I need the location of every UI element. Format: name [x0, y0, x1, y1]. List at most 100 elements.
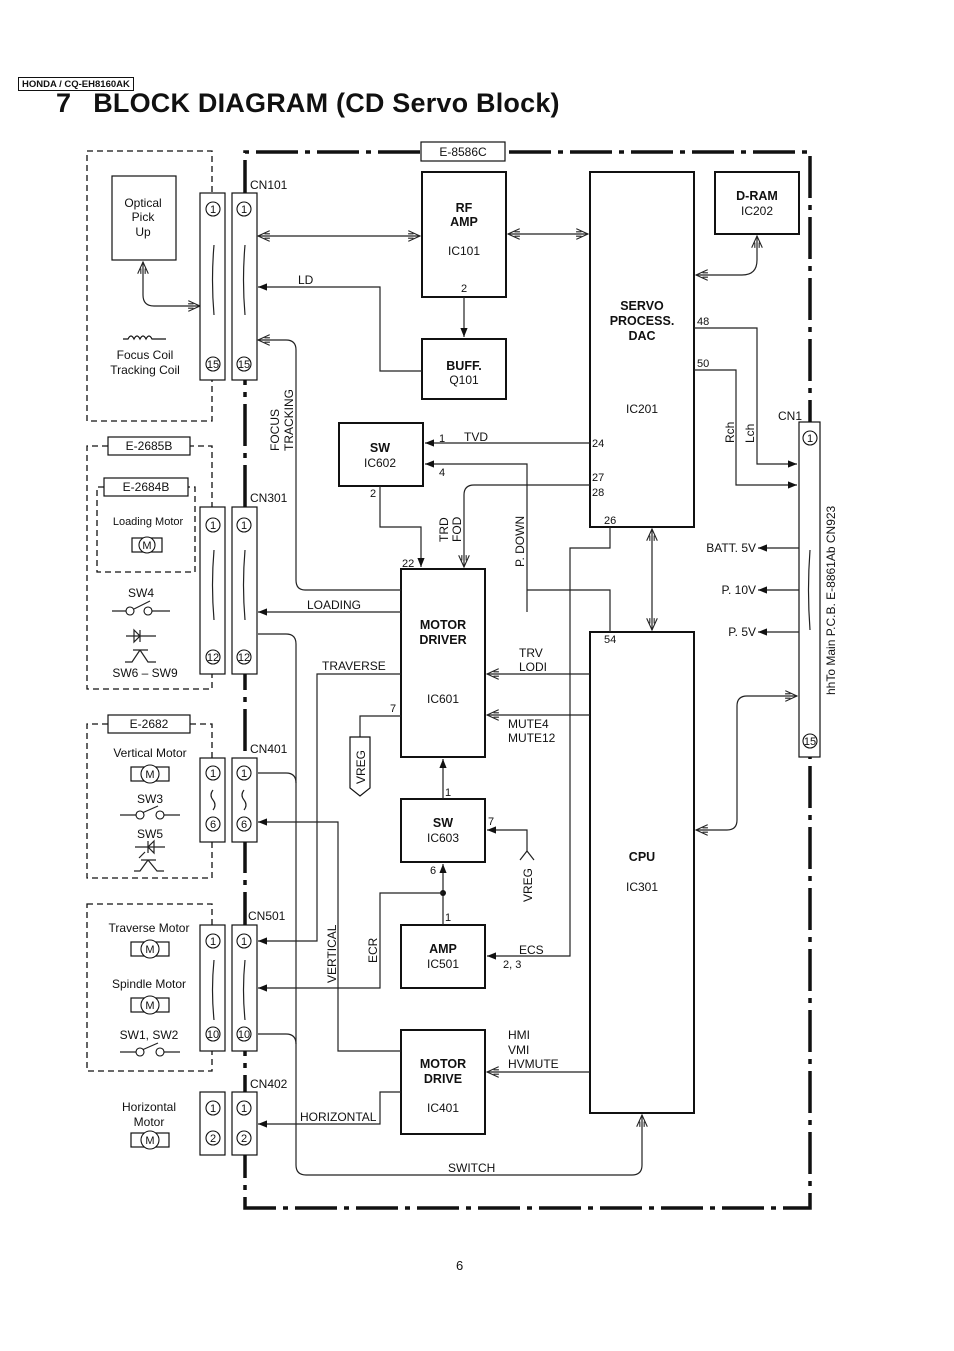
svg-text:CPU: CPU	[629, 850, 655, 864]
coil-icon	[123, 335, 166, 341]
svg-text:M: M	[145, 1000, 154, 1012]
cpu-block: CPU IC301 54	[589, 631, 695, 1114]
svg-text:MOTOR: MOTOR	[420, 1057, 466, 1071]
vertical-board-label: E-2682	[130, 717, 169, 731]
vreg-label-1: VREG	[354, 750, 368, 784]
svg-text:IC101: IC101	[448, 244, 480, 258]
svg-text:10: 10	[238, 1029, 250, 1041]
hmi-label: HMI	[508, 1028, 530, 1042]
sw5-label: SW5	[137, 827, 163, 841]
wire-p-down-cpu	[527, 589, 611, 632]
trv-label: TRV	[519, 646, 543, 660]
p10v-label: P. 10V	[722, 583, 756, 597]
loading-motor-label: Loading Motor	[113, 516, 184, 528]
focus-coil-label: Focus Coil	[117, 348, 174, 362]
tracking-coil-label: Tracking Coil	[110, 363, 180, 377]
connector-cn402: 1 1 2 2	[199, 1091, 258, 1156]
connector-cn501: 1 1 10 10	[199, 924, 258, 1052]
svg-text:4: 4	[439, 467, 445, 479]
pickup-link-wire	[143, 262, 200, 306]
svg-text:1: 1	[445, 912, 451, 924]
trd-label: TRD	[437, 517, 451, 542]
cn1-description: hhTo Main P.C.B. E-8861Ab CN923	[824, 505, 838, 695]
cn101-label: CN101	[250, 178, 288, 192]
svg-text:M: M	[142, 540, 151, 552]
svg-text:Pick: Pick	[132, 210, 156, 224]
main-board-label: E-8586C	[420, 141, 506, 162]
hvmute-label: HVMUTE	[508, 1057, 559, 1071]
svg-text:1: 1	[241, 204, 247, 216]
svg-text:22: 22	[402, 558, 414, 570]
svg-text:1: 1	[241, 1103, 247, 1115]
ecr-label: ECR	[366, 937, 380, 963]
vertical-motor-label: Vertical Motor	[113, 746, 186, 760]
motor-drive-block: MOTOR DRIVE IC401	[400, 1029, 486, 1135]
svg-text:SW: SW	[433, 816, 453, 830]
p5v-label: P. 5V	[728, 625, 756, 639]
sw3-label: SW3	[137, 792, 163, 806]
vreg-label-2: VREG	[521, 868, 535, 902]
svg-text:Q101: Q101	[449, 373, 479, 387]
p-down-label: P. DOWN	[513, 516, 527, 567]
cn402-label: CN402	[250, 1077, 288, 1091]
svg-text:SW: SW	[370, 441, 390, 455]
vertical-motor-icon: M	[130, 764, 170, 784]
horizontal-motor-label-1: Horizontal	[122, 1100, 176, 1114]
svg-text:15: 15	[804, 736, 816, 748]
svg-text:2, 3: 2, 3	[503, 959, 521, 971]
vertical-label: VERTICAL	[325, 924, 339, 983]
wire-dram-servo	[696, 236, 757, 275]
svg-text:BUFF.: BUFF.	[446, 359, 481, 373]
svg-text:1: 1	[807, 433, 813, 445]
loading-board-inner	[96, 486, 196, 573]
svg-text:27: 27	[592, 472, 604, 484]
dram-block: D-RAM IC202	[714, 171, 800, 235]
vmi-label: VMI	[508, 1043, 529, 1057]
svg-text:2: 2	[241, 1133, 247, 1145]
ecs-label: ECS	[519, 943, 544, 957]
optical-pickup: Optical Pick Up	[111, 175, 177, 261]
horizontal-motor-label-2: Motor	[134, 1115, 165, 1129]
switch-label: SWITCH	[448, 1161, 495, 1175]
sw4-label: SW4	[128, 586, 154, 600]
rf-amp-block: RF AMP IC101 2	[421, 171, 507, 298]
ld-label: LD	[298, 273, 314, 287]
svg-text:IC603: IC603	[427, 831, 459, 845]
vreg-tag-sw603	[519, 850, 535, 861]
loading-label: LOADING	[307, 598, 361, 612]
horizontal-motor-icon: M	[130, 1130, 170, 1150]
svg-text:Optical: Optical	[124, 196, 161, 210]
connector-cn401: 1 1 6 6	[199, 757, 258, 843]
svg-text:6: 6	[210, 819, 216, 831]
svg-text:7: 7	[488, 816, 494, 828]
svg-text:1: 1	[241, 520, 247, 532]
svg-text:Up: Up	[135, 225, 151, 239]
svg-text:D-RAM: D-RAM	[736, 189, 778, 203]
svg-text:1: 1	[241, 936, 247, 948]
svg-text:DRIVE: DRIVE	[424, 1072, 462, 1086]
photo-interrupter-icon	[125, 628, 156, 663]
focus-label: FOCUS	[268, 409, 282, 451]
svg-text:SERVO: SERVO	[620, 299, 664, 313]
svg-text:AMP: AMP	[429, 942, 457, 956]
connector-cn1: 1 15	[798, 421, 821, 758]
svg-text:15: 15	[207, 359, 219, 371]
svg-text:10: 10	[207, 1029, 219, 1041]
svg-text:IC601: IC601	[427, 692, 459, 706]
fod-label: FOD	[450, 516, 464, 542]
traverse-motor-label: Traverse Motor	[109, 921, 190, 935]
amp-ic501-block: AMP IC501 1 2, 3	[400, 912, 521, 989]
sw3-switch-icon	[120, 805, 180, 820]
cn501-label: CN501	[248, 909, 286, 923]
page-number: 6	[456, 1258, 464, 1273]
svg-text:IC202: IC202	[741, 204, 773, 218]
loading-motor-icon: M	[131, 536, 163, 554]
svg-text:RF: RF	[456, 201, 473, 215]
cn1-label: CN1	[778, 409, 802, 423]
sw1-sw2-label: SW1, SW2	[120, 1028, 179, 1042]
svg-text:M: M	[145, 769, 154, 781]
svg-text:2: 2	[210, 1133, 216, 1145]
switch-ic602-block: SW IC602 1 4 2	[338, 422, 445, 500]
svg-text:50: 50	[697, 358, 709, 370]
svg-text:DRIVER: DRIVER	[419, 633, 466, 647]
